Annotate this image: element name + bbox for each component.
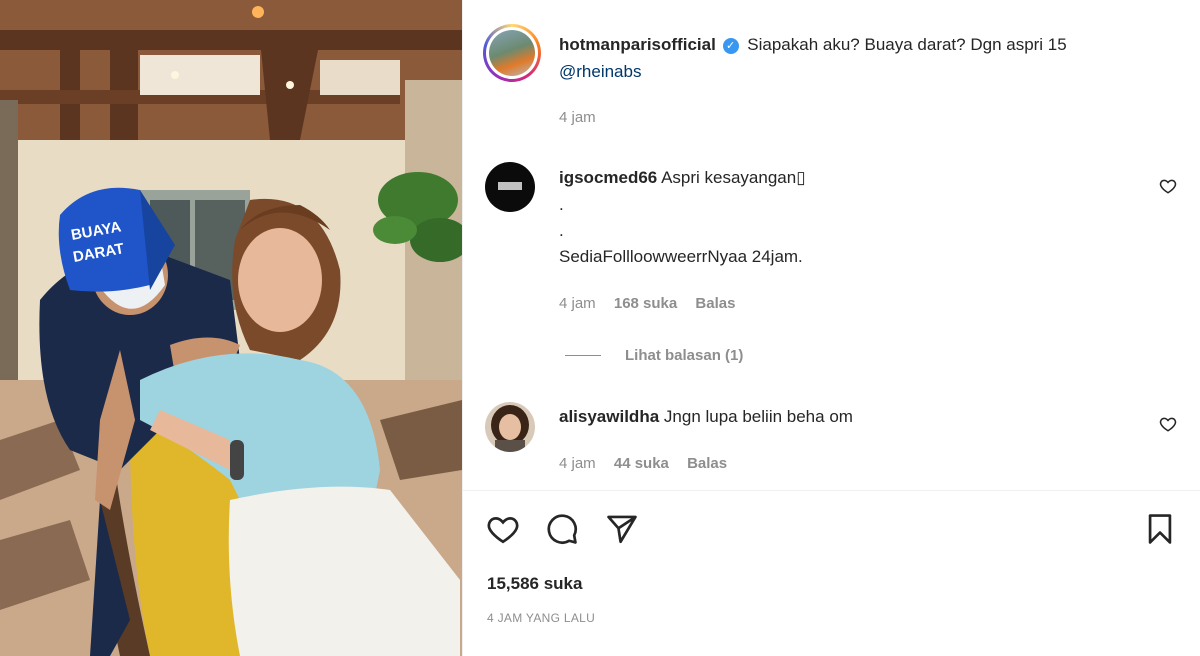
comment-time[interactable]: 4 jam — [559, 455, 596, 472]
comment-meta: 4 jam 168 suka Balas — [559, 295, 735, 312]
comment-meta: 4 jam 44 suka Balas — [559, 455, 727, 472]
comment-time[interactable]: 4 jam — [559, 295, 596, 312]
post-photo[interactable]: BUAYA DARAT — [0, 0, 462, 656]
comment-likes[interactable]: 168 suka — [614, 295, 677, 312]
comment-username[interactable]: alisyawildha — [559, 407, 659, 426]
comment-extra-line: SediaFollloowweerrNyaa 24jam. — [559, 247, 803, 266]
reply-button[interactable]: Balas — [687, 455, 727, 472]
comment-text: Aspri kesayangan▯ — [661, 168, 806, 187]
commenter-avatar-logo — [498, 182, 522, 190]
comment-line: igsocmed66 Aspri kesayangan▯ — [559, 168, 806, 188]
comment-like-heart-icon[interactable] — [1159, 415, 1177, 433]
comment-likes[interactable]: 44 suka — [614, 455, 669, 472]
caption-text: Siapakah aku? Buaya darat? Dgn aspri 15 — [747, 35, 1067, 54]
comment-line: alisyawildha Jngn lupa beliin beha om — [559, 407, 853, 427]
heart-icon[interactable] — [486, 512, 520, 546]
post-timestamp[interactable]: 4 JAM YANG LALU — [487, 611, 595, 625]
caption-line: hotmanparisofficial ✓ Siapakah aku? Buay… — [559, 35, 1067, 55]
comment-extra-line: . — [559, 221, 564, 240]
author-avatar-image — [489, 30, 535, 76]
view-replies-line — [565, 355, 601, 356]
commenter-avatar[interactable] — [485, 162, 535, 212]
comment-extra-line: . — [559, 195, 564, 214]
reply-button[interactable]: Balas — [695, 295, 735, 312]
commenter-avatar-shirt — [495, 440, 525, 452]
author-username[interactable]: hotmanparisofficial — [559, 35, 716, 54]
caption-time[interactable]: 4 jam — [559, 109, 596, 126]
view-replies-button[interactable]: Lihat balasan (1) — [625, 347, 743, 364]
divider — [463, 490, 1200, 491]
author-avatar[interactable] — [483, 24, 541, 82]
commenter-avatar[interactable] — [485, 402, 535, 452]
photo-illustration: BUAYA DARAT — [0, 0, 462, 656]
commenter-avatar-face — [499, 414, 521, 440]
post-side-panel: hotmanparisofficial ✓ Siapakah aku? Buay… — [462, 0, 1200, 656]
send-icon[interactable] — [605, 512, 639, 546]
caption-mention[interactable]: @rheinabs — [559, 62, 641, 82]
verified-badge-icon: ✓ — [722, 38, 739, 54]
comment-like-heart-icon[interactable] — [1159, 177, 1177, 195]
comment-username[interactable]: igsocmed66 — [559, 168, 657, 187]
bookmark-icon[interactable] — [1143, 512, 1177, 546]
comment-text: Jngn lupa beliin beha om — [663, 407, 853, 426]
likes-count[interactable]: 15,586 suka — [487, 574, 582, 594]
comment-icon[interactable] — [545, 512, 579, 546]
